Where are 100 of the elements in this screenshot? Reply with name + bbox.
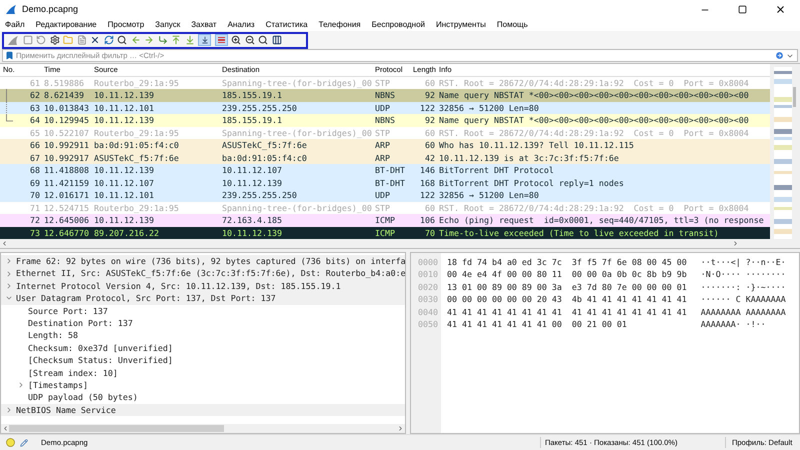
table-cell-text: 60 <box>424 126 436 140</box>
horizontal-scrollbar[interactable] <box>1 424 405 433</box>
table-cell-text: Name query NBSTAT *<00><00><00><00><00><00><00><00><00><00><00 <box>439 114 750 127</box>
shark-fin-icon <box>7 34 19 46</box>
table-cell-text: 168 <box>419 176 436 190</box>
packet-row[interactable]: 64 10.129945 10.11.12.139 185.155.19.1 NBNS 92 Name query NBSTAT *<00><00><00><00><00><00><00><00><00><00><00 <box>0 114 770 127</box>
close-icon[interactable] <box>90 35 100 45</box>
first-packet-icon[interactable] <box>171 35 181 45</box>
menu-item[interactable]: Беспроводной <box>372 19 425 31</box>
forward-icon[interactable] <box>144 35 154 45</box>
packet-row[interactable]: 68 11.418808 10.11.12.139 10.11.12.107 BT-DHT 146 BitTorrent DHT Protocol <box>0 164 770 177</box>
table-cell-text: 32856 → 51200 Len=80 <box>439 189 540 202</box>
table-cell-text: NBNS <box>375 114 396 127</box>
tree-item[interactable]: Checksum: 0xe37d [unverified] <box>1 342 405 354</box>
table-cell-text: 185.155.19.1 <box>222 114 283 127</box>
table-cell-text: 89.207.216.22 <box>94 226 160 240</box>
table-cell-text: 239.255.255.250 <box>222 189 298 202</box>
table-cell-text: 239.255.255.250 <box>222 102 298 114</box>
tree-item[interactable]: NetBIOS Name Service <box>1 404 405 416</box>
go-to-icon[interactable] <box>158 35 168 45</box>
packet-row[interactable]: 63 10.013843 10.11.12.101 239.255.255.250 UDP 122 32856 → 51200 Len=80 <box>0 102 770 114</box>
packet-row[interactable]: 69 11.421159 10.11.12.107 10.11.12.139 BT-DHT 168 BitTorrent DHT Protocol reply=1 nodes <box>0 176 770 190</box>
menu-item[interactable]: Просмотр <box>108 19 144 31</box>
tree-item-text: [Timestamps] <box>28 378 88 392</box>
zoom-reset-icon[interactable] <box>258 35 268 45</box>
hex-bytes: 18 fd 74 b4 a0 ed 3c 7c 3f f5 7f 6e 08 00 45 00 <box>447 256 687 268</box>
scroll-right-icon[interactable] <box>732 240 739 248</box>
menu-item[interactable]: Захват <box>191 19 217 31</box>
tree-item[interactable]: Length: 58 <box>1 329 405 342</box>
bookmark-icon[interactable] <box>5 51 14 60</box>
zoom-in-icon[interactable] <box>231 35 241 45</box>
packet-row[interactable]: 73 12.646770 89.207.216.22 10.11.12.139 ICMP 70 Time-to-live exceeded (Time to live exceeded in transit) <box>0 226 770 240</box>
menu-item[interactable]: Редактирование <box>36 19 97 31</box>
table-cell-text: 73 <box>29 226 41 240</box>
autoscroll-button[interactable] <box>198 34 211 46</box>
stop-icon[interactable] <box>22 35 32 45</box>
horizontal-scrollbar[interactable] <box>0 239 770 248</box>
packet-minimap[interactable] <box>770 64 800 248</box>
table-cell-text: 10.11.12.101 <box>94 102 155 114</box>
table-cell-text: ICMP <box>375 214 396 227</box>
back-icon[interactable] <box>130 35 140 45</box>
packet-row[interactable]: 67 10.992917 ASUSTekC_f5:7f:6e ba:0d:91:05:f4:c0 ARP 42 10.11.12.139 is at 3c:7c:3f:f5:7f:6e <box>0 152 770 164</box>
tree-item-text: NetBIOS Name Service <box>16 404 116 416</box>
last-packet-icon[interactable] <box>184 35 194 45</box>
close-icon[interactable] <box>775 4 786 15</box>
tree-item[interactable]: UDP payload (50 bytes) <box>1 391 405 404</box>
search-icon[interactable] <box>117 35 127 45</box>
tree-item[interactable]: Internet Protocol Version 4, Src: 10.11.12.139, Dst: 185.155.19.1 <box>1 280 405 292</box>
offset-label: 0010 <box>417 268 439 281</box>
table-cell-text: 12.524715 <box>43 202 90 214</box>
expert-info-icon[interactable] <box>6 438 15 447</box>
table-cell-text: 66 <box>29 139 41 152</box>
table-cell-text: 106 <box>419 214 436 227</box>
expand-icon[interactable] <box>17 381 25 390</box>
menu-item[interactable]: Телефония <box>318 19 361 31</box>
scroll-right-icon[interactable] <box>397 425 404 432</box>
packet-row[interactable]: 66 10.992911 ba:0d:91:05:f4:c0 ASUSTekC_f5:7f:6e ARP 60 Who has 10.11.12.139? Tell 10.11.12.115 <box>0 139 770 152</box>
table-cell-text: ARP <box>375 152 391 164</box>
ascii-bytes: ·······: ·}·~···· <box>700 280 786 294</box>
apply-filter-icon[interactable] <box>775 51 784 60</box>
packet-row[interactable]: 70 12.016171 10.11.12.101 239.255.255.250 UDP 122 32856 → 51200 Len=80 <box>0 189 770 202</box>
table-cell-text: 65 <box>29 126 41 140</box>
maximize-icon[interactable] <box>738 5 747 14</box>
table-cell-text: 72.163.4.185 <box>222 214 283 227</box>
menu-item[interactable]: Анализ <box>228 19 255 31</box>
table-cell-text: 70 <box>424 226 436 240</box>
settings-icon[interactable] <box>50 35 60 45</box>
table-cell-text: 92 <box>424 114 436 127</box>
packet-row[interactable]: 62 8.621439 10.11.12.139 185.155.19.1 NBNS 92 Name query NBSTAT *<00><00><00><00><00><00><00><00><00><00><00 <box>0 89 770 102</box>
table-cell-text: 71 <box>29 202 41 214</box>
menu-item[interactable]: Инструменты <box>436 19 486 31</box>
expand-icon[interactable] <box>5 406 13 414</box>
menu-item[interactable]: Запуск <box>155 19 180 31</box>
restart-icon[interactable] <box>36 35 46 45</box>
tree-item[interactable]: User Datagram Protocol, Src Port: 137, Dst Port: 137 <box>1 292 405 305</box>
table-cell-text: Time-to-live exceeded (Time to live exceeded in transit) <box>439 226 720 240</box>
menu-item[interactable]: Статистика <box>266 19 308 31</box>
reload-icon[interactable] <box>104 35 114 45</box>
table-cell-text: Routerbo_29:1a:95 <box>94 202 180 214</box>
scroll-left-icon[interactable] <box>2 425 9 432</box>
table-cell-text: 10.11.12.139 <box>94 89 155 102</box>
colorize-button[interactable] <box>214 34 228 46</box>
menu-item[interactable]: Помощь <box>496 19 528 31</box>
packet-row[interactable]: 72 12.645006 10.11.12.139 72.163.4.185 ICMP 106 Echo (ping) request id=0x0001, seq=440/47105, ttl=3 (no response <box>0 214 770 227</box>
resize-columns-icon[interactable] <box>272 35 282 45</box>
tree-item-text: UDP payload (50 bytes) <box>28 391 138 404</box>
zoom-out-icon[interactable] <box>244 35 254 45</box>
scroll-left-icon[interactable] <box>1 240 8 248</box>
table-cell-text: 10.522107 <box>43 126 90 140</box>
tree-item[interactable]: [Timestamps] <box>1 378 405 392</box>
tree-item[interactable]: [Stream index: 10] <box>1 366 405 379</box>
table-cell-text: 60 <box>424 77 436 90</box>
tree-item[interactable]: Source Port: 137 <box>1 304 405 317</box>
file-icon[interactable] <box>76 35 86 45</box>
menu-item[interactable]: Файл <box>5 19 25 31</box>
table-cell-text: RST. Root = 28672/0/74:4d:28:29:1a:92 Cost = 0 Port = 0x8004 <box>439 126 750 140</box>
scrollbar-thumb[interactable] <box>9 425 224 432</box>
tree-item[interactable]: [Checksum Status: Unverified] <box>1 354 405 367</box>
edit-comment-icon[interactable] <box>20 438 28 446</box>
tree-item[interactable]: Destination Port: 137 <box>1 316 405 330</box>
